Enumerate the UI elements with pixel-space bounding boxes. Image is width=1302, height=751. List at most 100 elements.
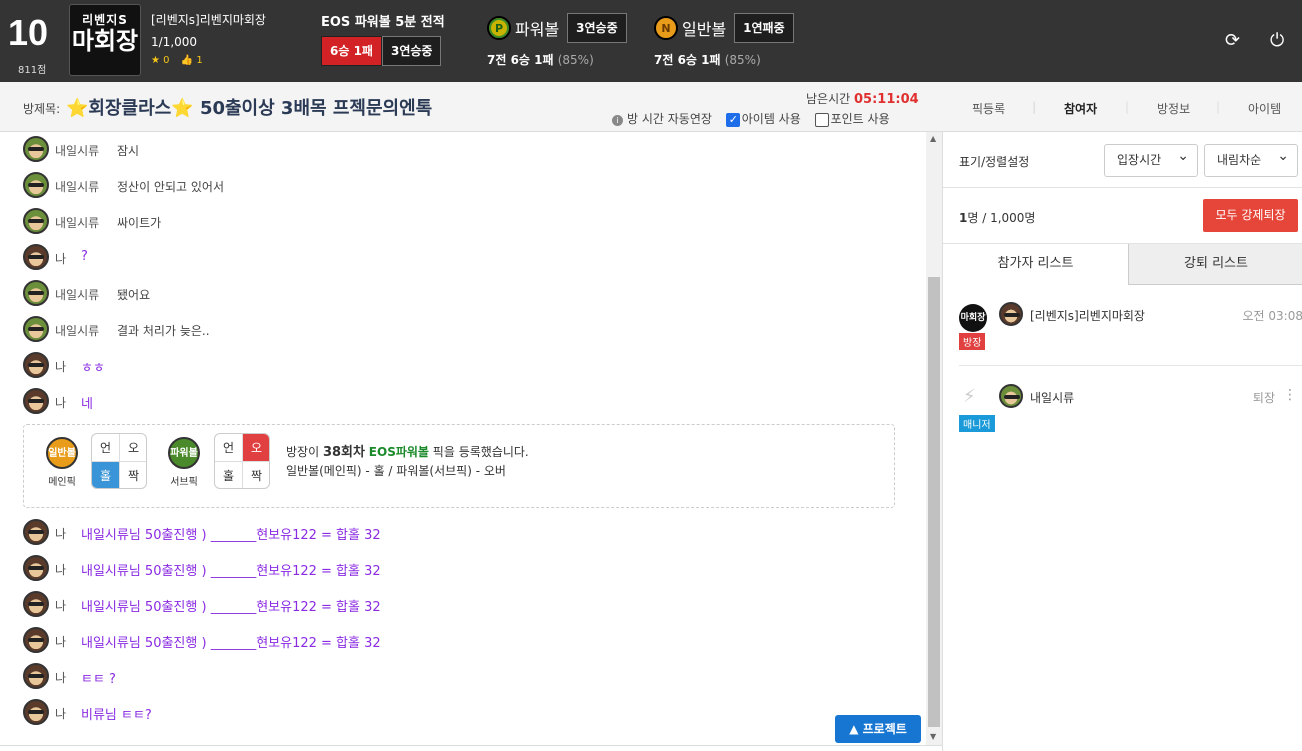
normalball-stat: 7전 6승 1패 (85%) [654, 53, 761, 67]
role-badge: 매니저 [959, 415, 995, 432]
username: [리벤지s]리벤지마회장 [151, 13, 266, 27]
like-icon: 👍 1 [180, 55, 203, 66]
avatar[interactable] [23, 519, 49, 545]
tab-items[interactable]: 아이템 [1216, 100, 1281, 117]
user-info: [리벤지s]리벤지마회장 1/1,000 ★ 0 👍 1 [151, 11, 266, 66]
powerball-streak: 3연승중 [567, 13, 627, 43]
item-use-checkbox[interactable] [725, 112, 740, 127]
avatar[interactable] [23, 388, 49, 414]
scroll-up-icon[interactable]: ▲ [930, 134, 936, 143]
star-icon: ★ 0 [151, 55, 170, 66]
tab-room-info[interactable]: 방정보 [1125, 100, 1190, 117]
room-title-label: 방제목: [23, 102, 61, 116]
tab-participant-list[interactable]: 참가자 리스트 [943, 244, 1129, 285]
sort-field-select[interactable]: 입장시간 [1104, 141, 1198, 177]
star-icon: ⭐ [171, 98, 194, 119]
avatar[interactable] [23, 316, 49, 342]
sub-pick-label: 서브픽 [170, 477, 198, 488]
room-options: i 방 시간 자동연장 아이템 사용 포인트 사용 [612, 110, 890, 127]
normalball-record: N 일반볼 1연패중 7전 6승 1패 (85%) [654, 13, 794, 67]
point-use-label[interactable]: 포인트 사용 [831, 112, 890, 126]
remaining-time-value: 05:11:04 [854, 92, 919, 107]
level-number: 10 [8, 12, 49, 53]
avatar[interactable] [23, 663, 49, 689]
eos-title: EOS 파워볼 5분 전적 [321, 15, 445, 30]
sub-pick: 파워볼 서브픽 [168, 433, 200, 488]
avatar [999, 384, 1023, 408]
manager-icon: ⚡ [963, 386, 976, 407]
sort-order-select[interactable]: 내림차순 [1204, 141, 1298, 177]
avatar[interactable] [23, 555, 49, 581]
normalball-icon: N [654, 15, 678, 40]
pick-notice: 일반볼 메인픽 언 오 홀 짝 파워볼 서브픽 언 오 홀 짝 방장이 38회차… [23, 424, 895, 508]
participant-count: 1명 / 1,000명 [959, 211, 1036, 225]
powerball-stat: 7전 6승 1패 (85%) [487, 53, 594, 67]
normalball-icon: 일반볼 [46, 437, 78, 469]
auto-extend-label: 방 시간 자동연장 [627, 112, 712, 126]
main-pick-grid: 언 오 홀 짝 [91, 433, 147, 489]
power-icon[interactable]: ⏻ [1270, 30, 1284, 51]
top-bar: 10 811점 리벤지S 마회장 [리벤지s]리벤지마회장 1/1,000 ★ … [0, 0, 1302, 82]
avatar[interactable] [23, 136, 49, 162]
normalball-name: 일반볼 [682, 19, 727, 39]
scroll-thumb[interactable] [928, 277, 940, 727]
divider [959, 365, 1302, 366]
sort-settings: 표기/정렬설정 입장시간 내림차순 [943, 132, 1302, 188]
chat-input-area[interactable] [0, 745, 942, 751]
normalball-streak: 1연패중 [734, 13, 794, 43]
logo-line2: 마회장 [71, 28, 139, 55]
powerball-name: 파워볼 [515, 19, 560, 39]
tab-kicked-list[interactable]: 강퇴 리스트 [1129, 244, 1302, 285]
room-bar: 방제목: ⭐회장클라스⭐ 50출이상 3배목 프젝문의엔톡 남은시간 05:11… [0, 82, 1302, 132]
main-pick: 일반볼 메인픽 [46, 433, 78, 488]
avatar[interactable] [23, 208, 49, 234]
avatar[interactable] [23, 627, 49, 653]
participant-status: 퇴장 [1252, 391, 1275, 405]
powerball-record: P 파워볼 3연승중 7전 6승 1패 (85%) [487, 13, 627, 67]
tab-participants[interactable]: 참여자 [1032, 100, 1097, 117]
tab-pick-register[interactable]: 픽등록 [972, 100, 1005, 117]
participant-time: 오전 03:08 [1242, 309, 1302, 323]
sort-label: 표기/정렬설정 [959, 155, 1030, 169]
chat-area[interactable]: 내일시류 잠시 내일시류 정산이 안되고 있어서 내일시류 싸이트가 나? 내일시류 됐… [0, 132, 926, 745]
avatar[interactable] [23, 280, 49, 306]
refresh-icon[interactable]: ⟳ [1225, 30, 1240, 51]
powerball-icon: 파워볼 [168, 437, 200, 469]
project-button[interactable]: ▲ 프로젝트 [835, 715, 921, 743]
role-badge: 방장 [959, 333, 986, 350]
point-use-checkbox[interactable] [814, 112, 829, 127]
item-use-label[interactable]: 아이템 사용 [742, 112, 801, 126]
user-badges: ★ 0 👍 1 [151, 55, 266, 66]
avatar[interactable] [23, 172, 49, 198]
avatar [999, 302, 1023, 326]
participant-name: [리벤지s]리벤지마회장 [1030, 309, 1145, 323]
host-badge-icon: 마회장 [959, 304, 987, 332]
participants-panel: 표기/정렬설정 입장시간 내림차순 1명 / 1,000명 모두 강제퇴장 참가… [942, 132, 1302, 751]
scroll-down-icon[interactable]: ▼ [930, 732, 936, 741]
participant-row[interactable]: ⚡ 매니저 내일시류 퇴장 ⋮ [943, 372, 1302, 448]
logo-line1: 리벤지S [82, 13, 128, 27]
main-pick-label: 메인픽 [48, 477, 76, 488]
info-icon: i [612, 115, 623, 126]
participant-tabs: 참가자 리스트 강퇴 리스트 [943, 244, 1302, 285]
level-points: 811점 [18, 65, 47, 76]
sub-pick-grid: 언 오 홀 짝 [214, 433, 270, 489]
avatar[interactable] [23, 352, 49, 378]
participant-row[interactable]: 마회장 방장 [리벤지s]리벤지마회장 오전 03:08 [943, 290, 1302, 366]
avatar[interactable] [23, 591, 49, 617]
more-options-icon[interactable]: ⋮ [1283, 387, 1297, 403]
chat-scrollbar[interactable]: ▲ ▼ [926, 132, 942, 745]
room-tabs: 픽등록 참여자 방정보 아이템 [940, 82, 1302, 132]
member-count: 1/1,000 [151, 35, 198, 49]
avatar[interactable] [23, 699, 49, 725]
profile-logo[interactable]: 리벤지S 마회장 [69, 4, 141, 76]
remaining-time: 남은시간 05:11:04 [806, 92, 919, 107]
kick-all-button[interactable]: 모두 강제퇴장 [1203, 199, 1298, 232]
participant-name: 내일시류 [1030, 391, 1075, 405]
star-icon: ⭐ [66, 98, 89, 119]
powerball-icon: P [487, 15, 511, 40]
room-title: ⭐회장클라스⭐ 50출이상 3배목 프젝문의엔톡 [66, 98, 433, 119]
participant-count-row: 1명 / 1,000명 모두 강제퇴장 [943, 188, 1302, 244]
avatar[interactable] [23, 244, 49, 270]
pick-message: 방장이 38회차 EOS파워볼 픽을 등록했습니다. 일반볼(메인픽) - 홀 … [286, 445, 529, 478]
